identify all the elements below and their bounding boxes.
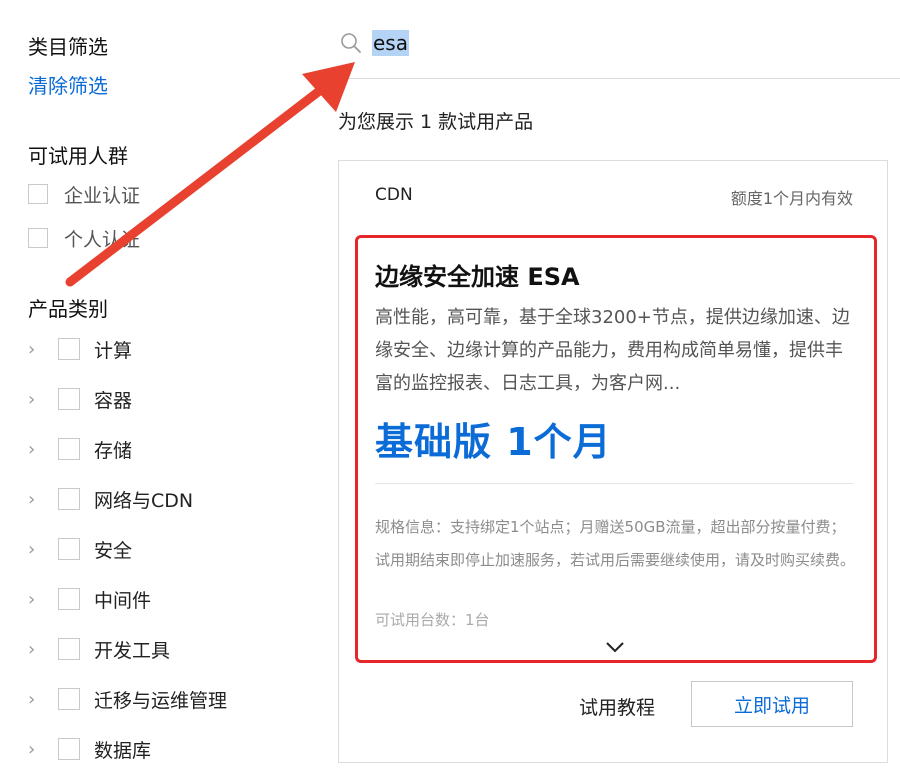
category-checkbox[interactable] [58,338,80,360]
chevron-right-icon[interactable]: › [28,739,46,760]
category-label: 容器 [94,389,133,412]
category-item-database[interactable]: › 数据库 [28,735,151,763]
category-checkbox[interactable] [58,638,80,660]
chevron-down-icon[interactable] [603,639,627,655]
category-checkbox[interactable] [58,738,80,760]
chevron-right-icon[interactable]: › [28,589,46,610]
search-icon [341,33,361,53]
chevron-right-icon[interactable]: › [28,689,46,710]
category-item-security[interactable]: › 安全 [28,535,132,563]
card-category: CDN [375,185,413,205]
audience-option-label: 企业认证 [64,184,141,207]
product-category-title: 产品类别 [28,297,108,321]
category-label: 存储 [94,439,133,462]
category-label: 中间件 [94,589,152,612]
tutorial-link[interactable]: 试用教程 [579,693,655,720]
audience-option-personal[interactable]: 个人认证 [28,225,140,251]
category-item-migration-ops[interactable]: › 迁移与运维管理 [28,685,227,713]
card-validity: 额度1个月内有效 [730,189,853,208]
category-item-middleware[interactable]: › 中间件 [28,585,151,613]
product-description: 高性能，高可靠，基于全球3200+节点，提供边缘加速、边缘安全、边缘计算的产品能… [375,307,850,394]
category-item-compute[interactable]: › 计算 [28,335,132,363]
trial-quantity: 可试用台数：1台 [375,611,490,629]
try-now-button[interactable]: 立即试用 [691,681,853,727]
personal-checkbox[interactable] [28,228,48,248]
chevron-right-icon[interactable]: › [28,539,46,560]
audience-title: 可试用人群 [28,144,128,168]
category-label: 网络与CDN [94,489,194,512]
product-card: CDN 额度1个月内有效 边缘安全加速 ESA 高性能，高可靠，基于全球3200… [338,160,888,763]
chevron-right-icon[interactable]: › [28,639,46,660]
category-checkbox[interactable] [58,388,80,410]
enterprise-checkbox[interactable] [28,184,48,204]
category-filter-title: 类目筛选 [28,35,108,59]
category-checkbox[interactable] [58,588,80,610]
category-label: 开发工具 [94,639,171,662]
spec-info: 规格信息：支持绑定1个站点；月赠送50GB流量，超出部分按量付费；试用期结束即停… [375,518,856,569]
chevron-right-icon[interactable]: › [28,389,46,410]
result-count: 为您展示 1 款试用产品 [338,111,534,133]
chevron-right-icon[interactable]: › [28,339,46,360]
plan-name: 基础版 1个月 [375,420,612,464]
search-input[interactable]: esa [372,30,409,56]
category-item-storage[interactable]: › 存储 [28,435,132,463]
chevron-right-icon[interactable]: › [28,439,46,460]
category-item-dev-tools[interactable]: › 开发工具 [28,635,170,663]
category-item-network-cdn[interactable]: › 网络与CDN [28,485,193,513]
audience-option-enterprise[interactable]: 企业认证 [28,181,140,207]
search-bar[interactable]: esa [338,28,900,79]
filter-sidebar: 类目筛选 清除筛选 可试用人群 企业认证 个人认证 产品类别 › 计算 › 容器… [0,0,300,773]
category-checkbox[interactable] [58,488,80,510]
category-checkbox[interactable] [58,538,80,560]
category-label: 计算 [94,339,133,362]
chevron-right-icon[interactable]: › [28,489,46,510]
category-label: 迁移与运维管理 [94,689,228,712]
category-checkbox[interactable] [58,438,80,460]
category-item-container[interactable]: › 容器 [28,385,132,413]
category-label: 安全 [94,539,133,562]
clear-filter-link[interactable]: 清除筛选 [28,70,108,99]
audience-option-label: 个人认证 [64,228,141,251]
category-checkbox[interactable] [58,688,80,710]
product-title[interactable]: 边缘安全加速 ESA [375,257,580,292]
category-label: 数据库 [94,739,152,762]
divider [375,483,853,484]
